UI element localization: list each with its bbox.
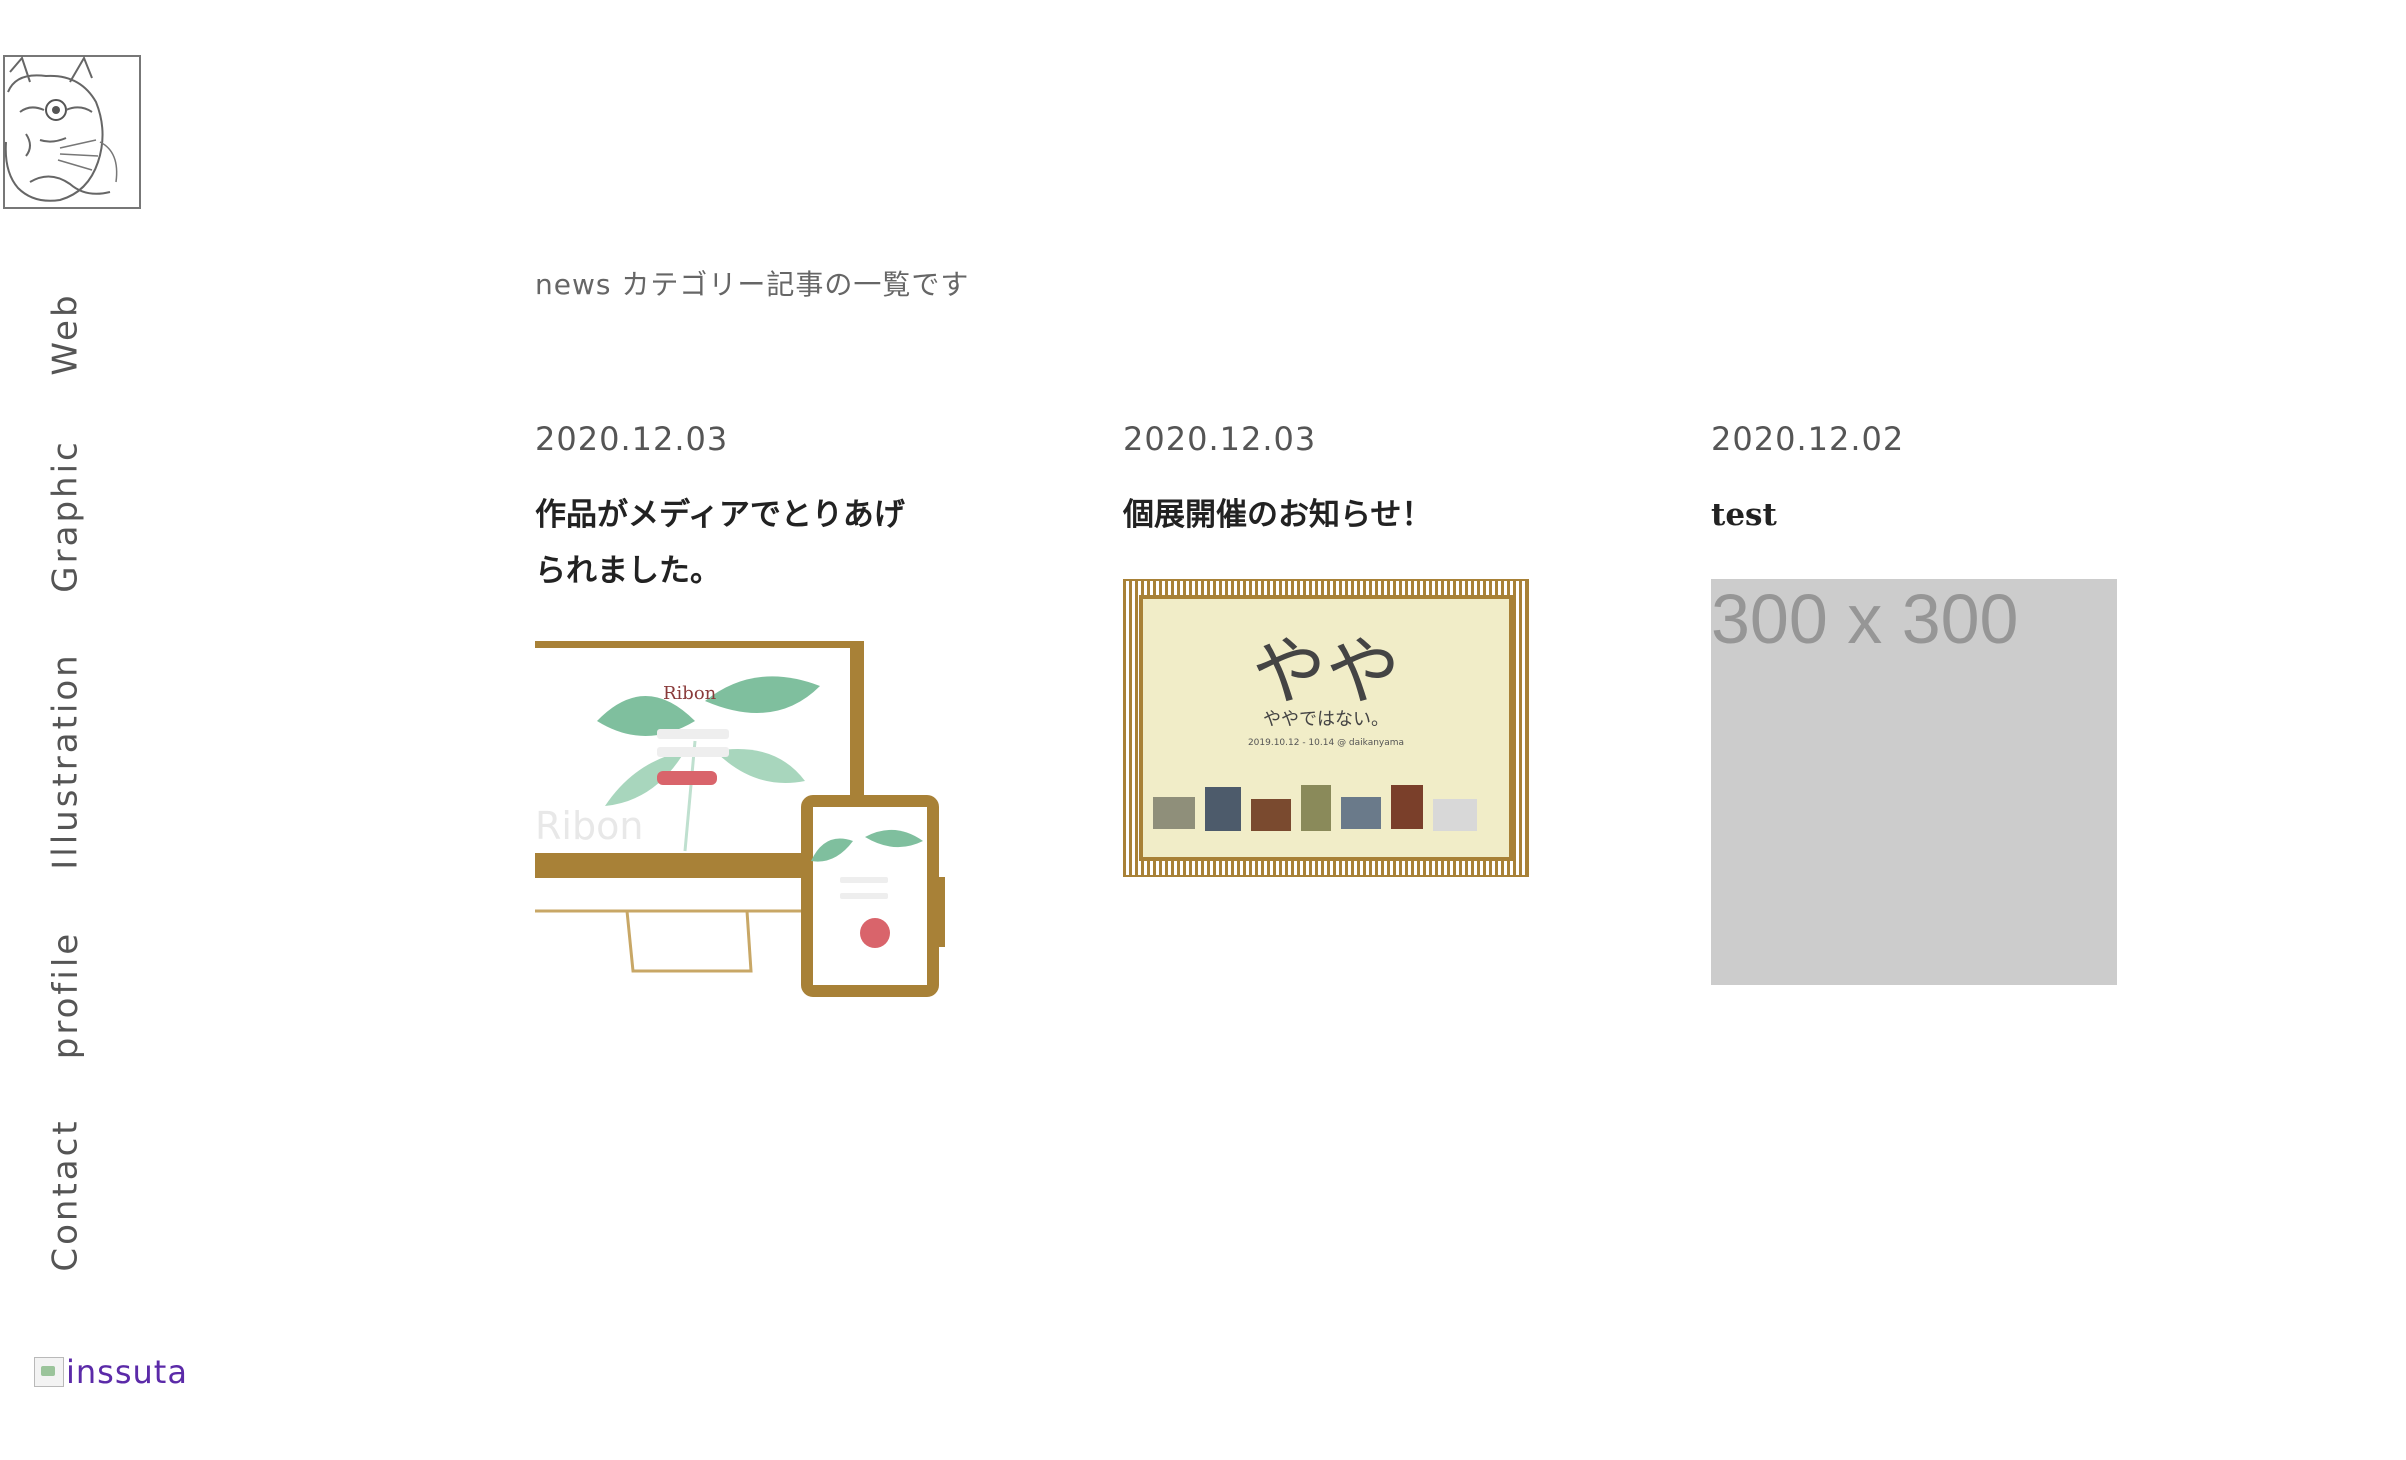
nav-profile-label: profile	[46, 930, 86, 1060]
poster-title: やや	[1252, 629, 1400, 715]
post-title[interactable]: 個展開催のお知らせ！	[1123, 487, 1523, 543]
page: Web Graphic Illustration profile Contact…	[0, 0, 2406, 1460]
post-thumbnail-devices[interactable]: Ribon Ribon	[535, 641, 945, 1001]
post-card[interactable]: 2020.12.02 test 300 x 300	[1711, 415, 2121, 985]
post-thumbnail-exhibition-poster[interactable]: やや ややではない。 2019.10.12 - 10.14 @ daikanya…	[1123, 579, 1529, 877]
nav-illustration[interactable]: Illustration	[46, 652, 86, 870]
cat-logo[interactable]	[0, 52, 144, 212]
ribon-mini-label: Ribon	[663, 683, 717, 704]
post-card[interactable]: 2020.12.03 個展開催のお知らせ！ やや ややではない。 2019.10…	[1123, 415, 1533, 877]
poster-caption: 2019.10.12 - 10.14 @ daikanyama	[1248, 738, 1404, 748]
placeholder-size-text: 300 x 300	[1711, 580, 2019, 658]
nav-graphic-label: Graphic	[46, 439, 86, 593]
nav-profile[interactable]: profile	[46, 930, 86, 1060]
poster-subtitle: ややではない。	[1263, 709, 1389, 730]
post-card[interactable]: 2020.12.03 作品がメディアでとりあげられました。 Ribon Ribo…	[535, 415, 945, 1001]
nav-graphic[interactable]: Graphic	[46, 437, 86, 595]
post-thumbnail-placeholder[interactable]: 300 x 300	[1711, 579, 2117, 985]
nav-contact-label: Contact	[46, 1118, 86, 1272]
post-date: 2020.12.03	[535, 420, 729, 458]
nav-web-label: Web	[46, 292, 87, 376]
broken-image-icon	[34, 1357, 64, 1387]
post-date: 2020.12.02	[1711, 420, 1905, 458]
ribon-watermark: Ribon	[535, 804, 643, 848]
nav-illustration-label: Illustration	[46, 652, 86, 870]
post-date: 2020.12.03	[1123, 420, 1317, 458]
instagram-alt-text: inssuta	[66, 1353, 188, 1391]
post-title[interactable]: 作品がメディアでとりあげられました。	[535, 487, 935, 599]
instagram-link[interactable]: inssuta	[34, 1352, 188, 1392]
nav-web[interactable]: Web	[46, 288, 86, 380]
post-title[interactable]: test	[1711, 487, 2111, 543]
category-heading: news カテゴリー記事の一覧です	[535, 268, 970, 301]
nav-contact[interactable]: Contact	[46, 1115, 86, 1275]
